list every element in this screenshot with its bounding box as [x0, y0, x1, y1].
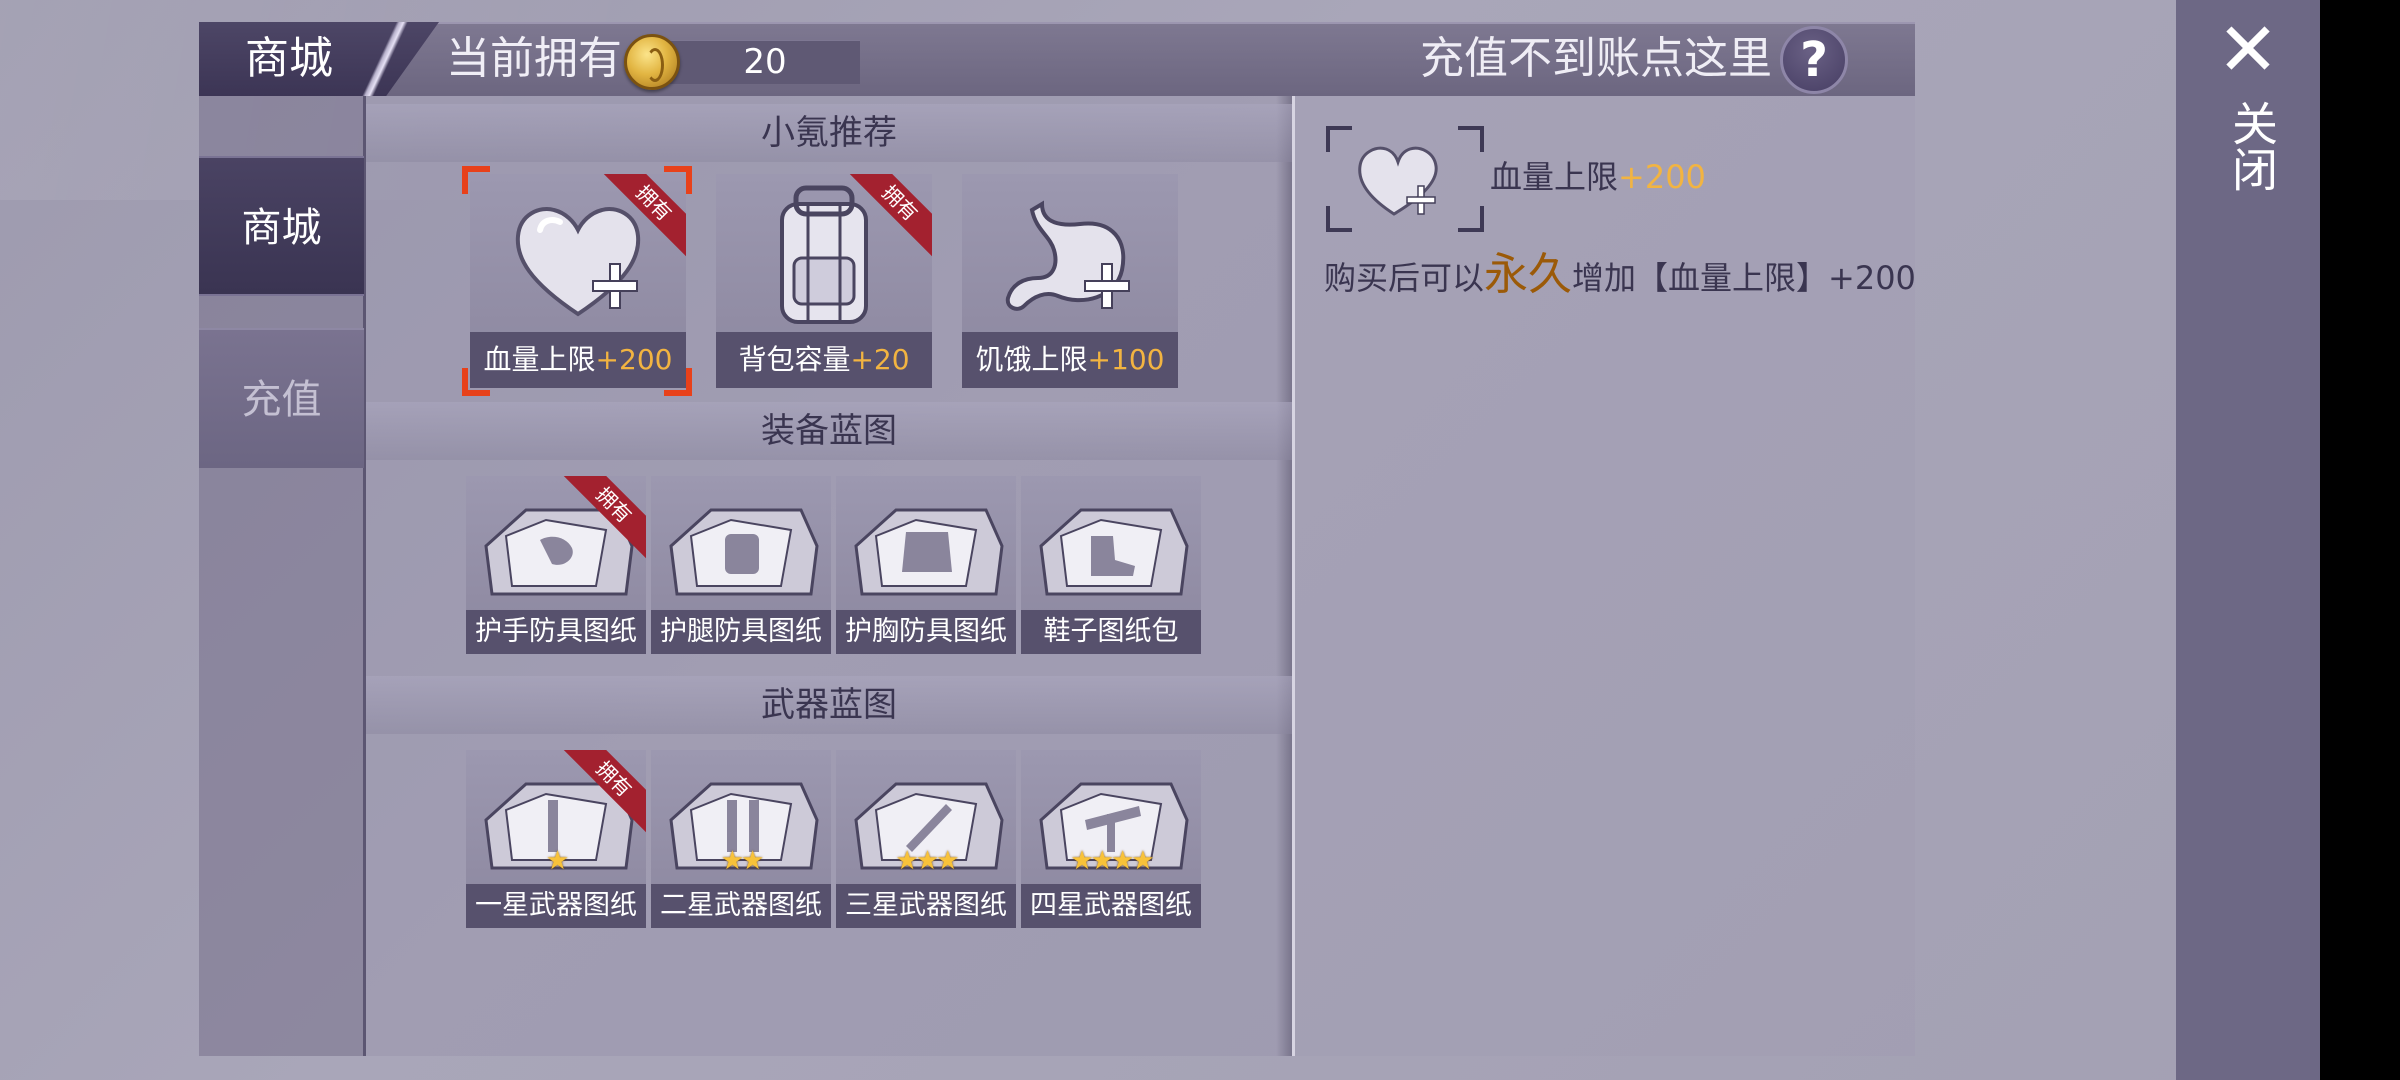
star-rating: ★★★★	[1070, 846, 1154, 876]
recharge-help-text[interactable]: 充值不到账点这里	[1420, 22, 1772, 96]
item-label: 护腿防具图纸	[651, 610, 831, 654]
item-card-weapon-3star[interactable]: ★★★ 三星武器图纸	[836, 750, 1016, 928]
item-label: 背包容量+20	[716, 332, 932, 388]
star-rating: ★★	[720, 846, 765, 876]
item-card-weapon-4star[interactable]: ★★★★ 四星武器图纸	[1021, 750, 1201, 928]
selection-corner	[664, 368, 692, 396]
section-title-equipment: 装备蓝图	[366, 402, 1292, 460]
gold-coin-icon	[624, 34, 680, 90]
sidebar-item-shop[interactable]: 商城	[199, 156, 364, 296]
selection-corner	[462, 368, 490, 396]
item-label: 护胸防具图纸	[836, 610, 1016, 654]
heart-plus-icon	[1358, 146, 1438, 216]
item-card-shoe-blueprint[interactable]: 鞋子图纸包	[1021, 476, 1201, 654]
item-label: 血量上限+200	[470, 332, 686, 388]
item-card-hunger-max[interactable]: 饥饿上限+100	[962, 174, 1178, 388]
selection-corner	[664, 166, 692, 194]
item-card-backpack[interactable]: 拥有 背包容量+20	[716, 174, 932, 388]
item-card-weapon-1star[interactable]: ★ 拥有 一星武器图纸	[466, 750, 646, 928]
question-mark-icon[interactable]: ?	[1780, 26, 1848, 94]
currency-label: 当前拥有	[446, 33, 622, 84]
header-tab-title: 商城	[245, 33, 333, 84]
item-label: 护手防具图纸	[466, 610, 646, 654]
item-card-chest-blueprint[interactable]: 护胸防具图纸	[836, 476, 1016, 654]
item-label: 饥饿上限+100	[962, 332, 1178, 388]
currency-count: 20	[743, 42, 787, 82]
item-card-weapon-2star[interactable]: ★★ 二星武器图纸	[651, 750, 831, 928]
stomach-plus-icon	[1005, 200, 1130, 311]
star-rating: ★★★	[895, 846, 960, 876]
screen-edge	[2320, 0, 2400, 1080]
chest-armor-blueprint-icon	[854, 508, 1004, 596]
item-label: 鞋子图纸包	[1021, 610, 1201, 654]
shoe-blueprint-icon	[1039, 508, 1189, 596]
section-title-recommended: 小氪推荐	[366, 104, 1292, 162]
item-card-leg-blueprint[interactable]: 护腿防具图纸	[651, 476, 831, 654]
item-label: 三星武器图纸	[836, 884, 1016, 928]
section-title-weapons: 武器蓝图	[366, 676, 1292, 734]
item-card-hp-max[interactable]: 拥有 血量上限+200	[470, 174, 686, 388]
detail-item-name: 血量上限+200	[1490, 158, 1706, 196]
sidebar-item-recharge[interactable]: 充值	[199, 328, 364, 468]
star-rating: ★	[545, 846, 569, 876]
item-label: 四星武器图纸	[1021, 884, 1201, 928]
panel-shadow	[1276, 96, 1292, 1056]
close-button-label[interactable]: 关闭	[2218, 100, 2279, 192]
item-card-glove-blueprint[interactable]: 拥有 护手防具图纸	[466, 476, 646, 654]
item-label: 一星武器图纸	[466, 884, 646, 928]
leg-armor-blueprint-icon	[669, 508, 819, 596]
close-x-icon[interactable]: ✕	[2216, 13, 2280, 87]
selection-corner	[462, 166, 490, 194]
item-detail-panel	[1295, 96, 1915, 1056]
item-label: 二星武器图纸	[651, 884, 831, 928]
detail-description: 购买后可以永久增加【血量上限】+200	[1324, 249, 1916, 300]
